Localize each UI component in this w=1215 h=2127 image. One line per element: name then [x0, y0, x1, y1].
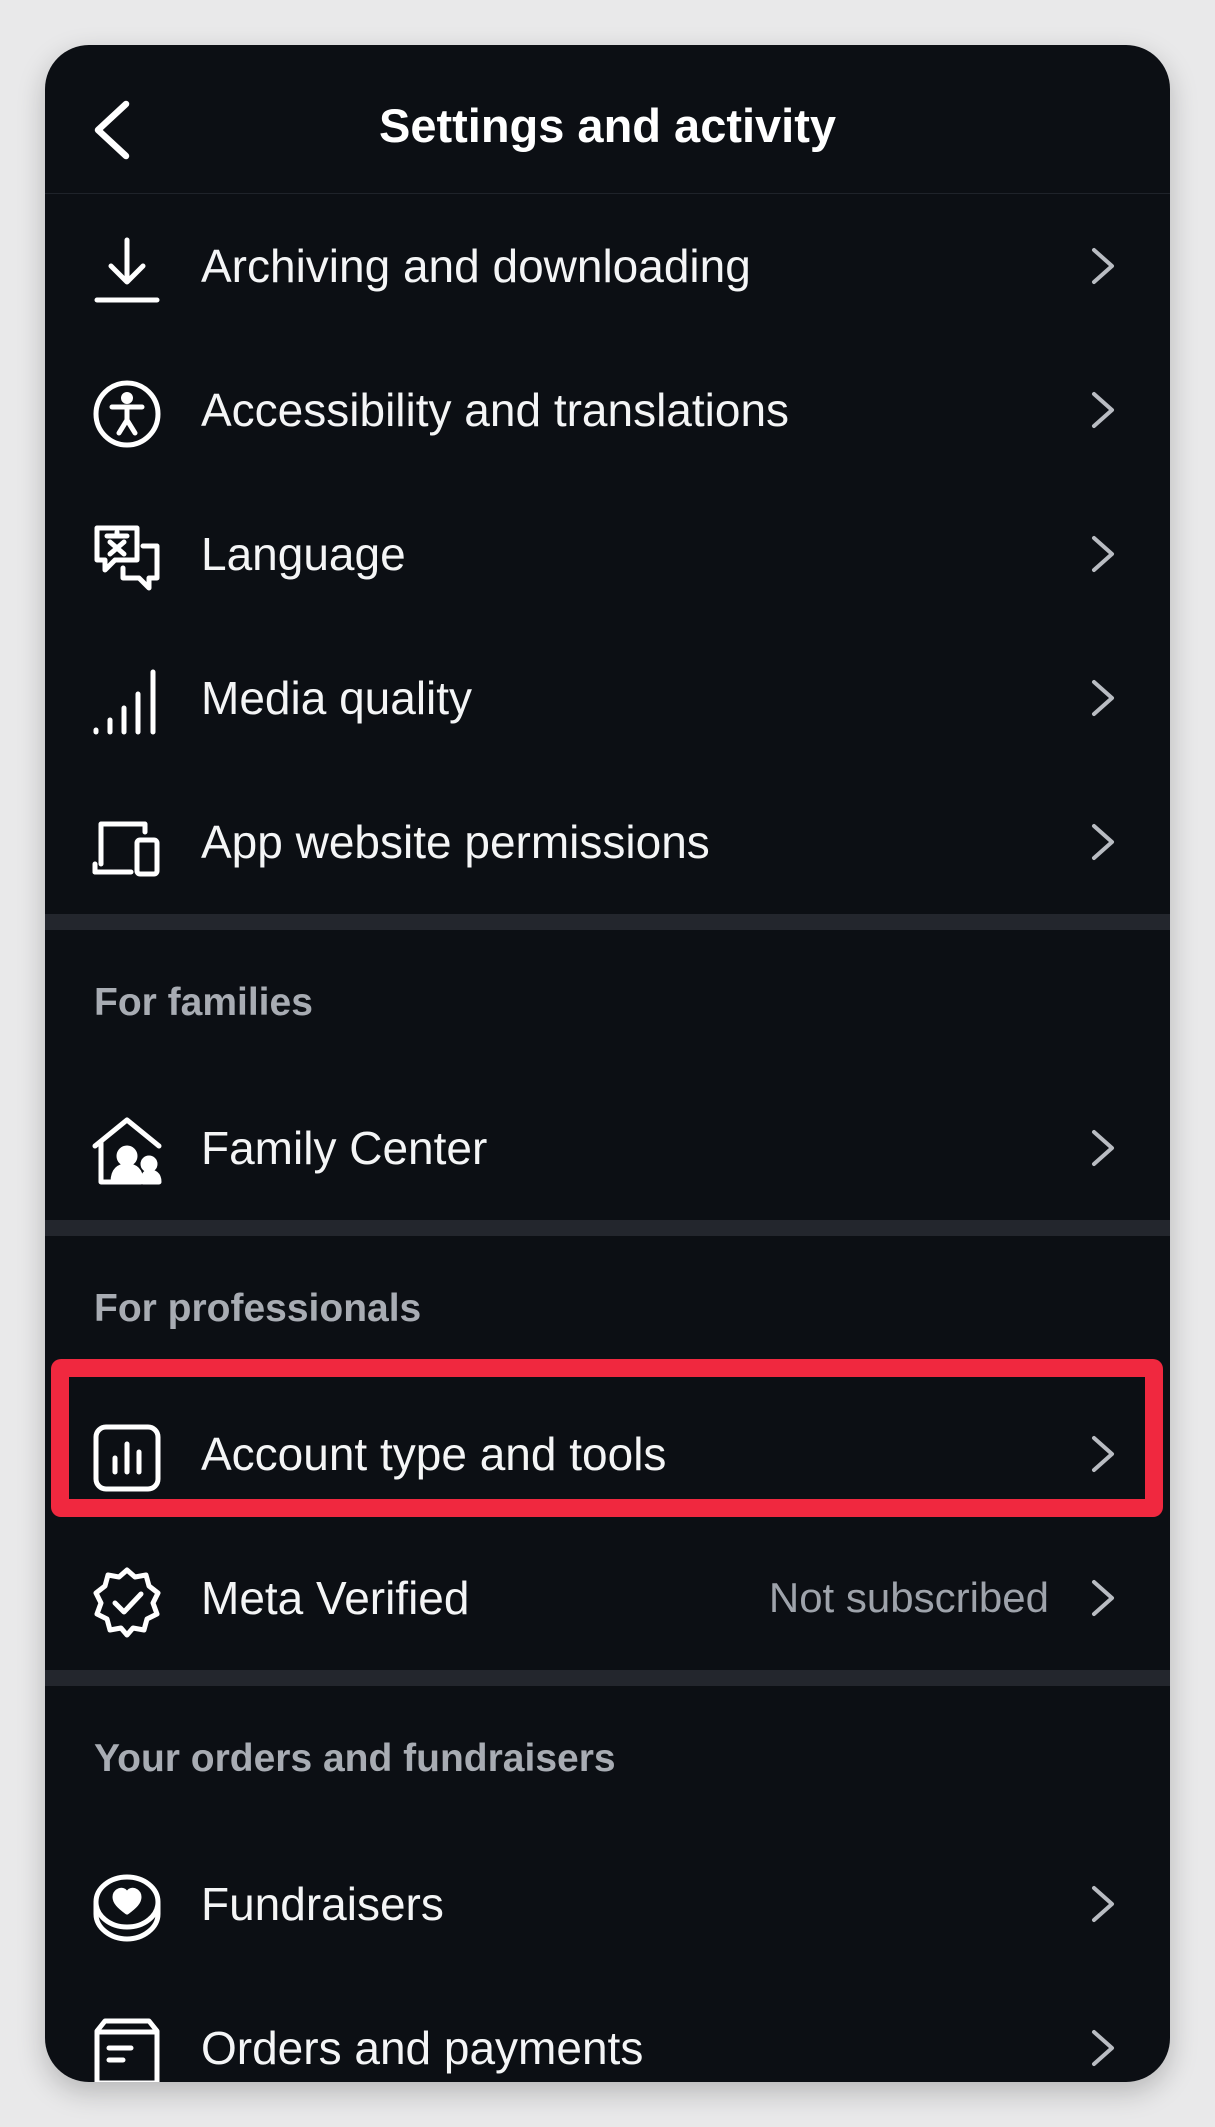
top-bar: Settings and activity: [45, 45, 1170, 194]
download-icon: [91, 234, 163, 306]
settings-item-meta-verified[interactable]: Meta Verified Not subscribed: [45, 1526, 1170, 1670]
page-title: Settings and activity: [378, 99, 837, 152]
settings-item-app-website-permissions[interactable]: App website permissions: [45, 770, 1170, 914]
settings-screen: Settings and activity Archiving and down…: [45, 45, 1170, 2082]
chevron-right-icon: [1082, 1128, 1122, 1168]
chevron-right-icon: [1082, 2028, 1122, 2068]
section-header-orders: Your orders and fundraisers: [94, 1737, 616, 1780]
settings-item-label: Archiving and downloading: [201, 240, 751, 292]
settings-item-label: App website permissions: [201, 816, 710, 868]
settings-item-archiving[interactable]: Archiving and downloading: [45, 194, 1170, 338]
settings-item-media-quality[interactable]: Media quality: [45, 626, 1170, 770]
devices-icon: [91, 810, 163, 882]
settings-item-label: Language: [201, 528, 406, 580]
section-header-families: For families: [94, 981, 313, 1024]
subscription-status: Not subscribed: [768, 1574, 1049, 1621]
chevron-right-icon: [1082, 1578, 1122, 1618]
chevron-right-icon: [1082, 822, 1122, 862]
settings-item-language[interactable]: Language: [45, 482, 1170, 626]
bar-chart-icon: [91, 1422, 163, 1494]
settings-item-account-type-and-tools[interactable]: Account type and tools: [45, 1382, 1170, 1526]
settings-item-label: Meta Verified: [201, 1572, 470, 1624]
signal-bars-icon: [91, 666, 163, 738]
chevron-right-icon: [1082, 1434, 1122, 1474]
settings-item-accessibility[interactable]: Accessibility and translations: [45, 338, 1170, 482]
settings-item-label: Accessibility and translations: [201, 384, 790, 436]
family-home-icon: [91, 1116, 163, 1188]
settings-item-family-center[interactable]: Family Center: [45, 1076, 1170, 1220]
section-divider: [45, 1220, 1170, 1236]
accessibility-icon: [91, 378, 163, 450]
settings-item-label: Account type and tools: [201, 1428, 667, 1480]
chevron-right-icon: [1082, 678, 1122, 718]
chevron-right-icon: [1082, 534, 1122, 574]
settings-item-label: Family Center: [201, 1122, 488, 1174]
section-header-professionals: For professionals: [94, 1287, 422, 1330]
heart-coin-icon: [91, 1872, 163, 1944]
chevron-right-icon: [1082, 1884, 1122, 1924]
chevron-right-icon: [1082, 246, 1122, 286]
section-divider: [45, 1670, 1170, 1686]
settings-item-label: Fundraisers: [201, 1878, 444, 1930]
translate-bubbles-icon: [91, 522, 163, 594]
receipt-box-icon: [91, 2016, 163, 2082]
settings-item-fundraisers[interactable]: Fundraisers: [45, 1832, 1170, 1976]
verified-badge-icon: [91, 1566, 163, 1638]
settings-item-orders-and-payments[interactable]: Orders and payments: [45, 1976, 1170, 2082]
settings-item-label: Orders and payments: [201, 2022, 644, 2074]
chevron-right-icon: [1082, 390, 1122, 430]
settings-item-label: Media quality: [201, 672, 473, 724]
section-divider: [45, 914, 1170, 930]
